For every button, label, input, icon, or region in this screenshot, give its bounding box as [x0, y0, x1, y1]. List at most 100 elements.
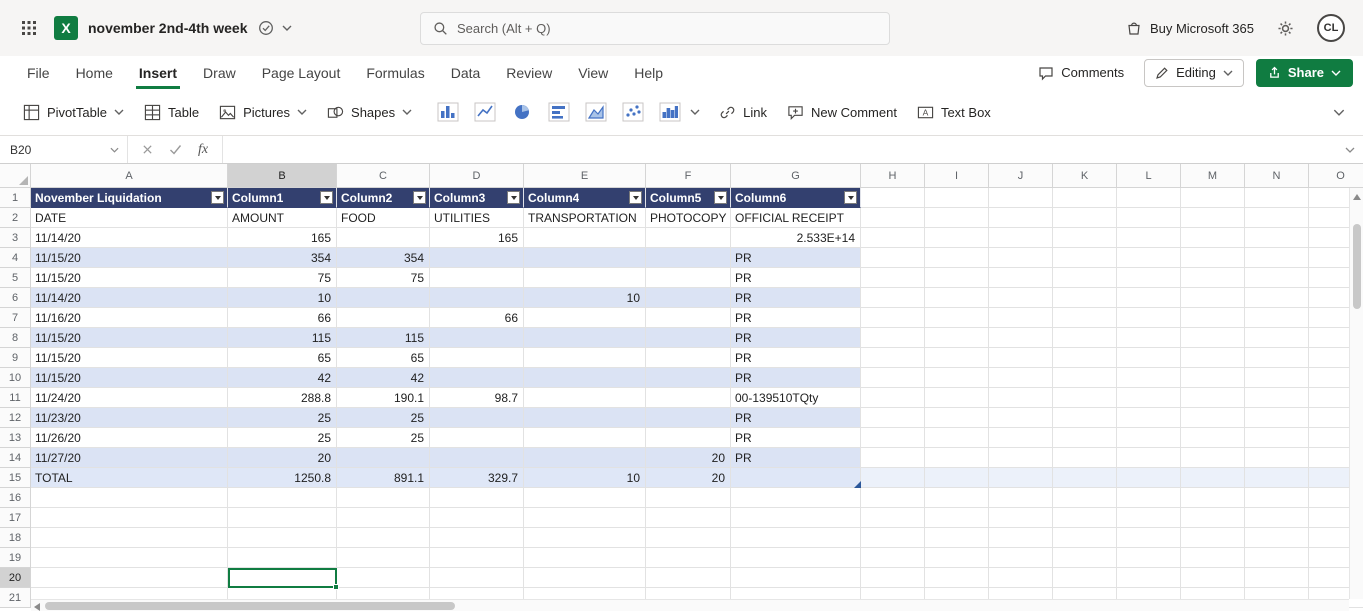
formula-bar-expand-chevron-icon[interactable]	[1345, 147, 1355, 153]
cell-M5[interactable]	[1181, 268, 1245, 288]
cell-H14[interactable]	[861, 448, 925, 468]
cell-E17[interactable]	[524, 508, 646, 528]
cell-K14[interactable]	[1053, 448, 1117, 468]
column-header-K[interactable]: K	[1053, 164, 1117, 188]
cell-L11[interactable]	[1117, 388, 1181, 408]
cell-I8[interactable]	[925, 328, 989, 348]
cell-D3[interactable]: 165	[430, 228, 524, 248]
tab-view[interactable]: View	[565, 56, 621, 89]
cell-H9[interactable]	[861, 348, 925, 368]
cell-D18[interactable]	[430, 528, 524, 548]
cell-H19[interactable]	[861, 548, 925, 568]
cell-H15[interactable]	[861, 468, 925, 488]
cell-C12[interactable]: 25	[337, 408, 430, 428]
cell-I20[interactable]	[925, 568, 989, 588]
text-box-button[interactable]: A Text Box	[908, 97, 1000, 128]
cell-L13[interactable]	[1117, 428, 1181, 448]
cell-H5[interactable]	[861, 268, 925, 288]
column-header-D[interactable]: D	[430, 164, 524, 188]
row-header-1[interactable]: 1	[0, 188, 31, 208]
cell-F3[interactable]	[646, 228, 731, 248]
cell-L18[interactable]	[1117, 528, 1181, 548]
cell-D19[interactable]	[430, 548, 524, 568]
cell-L20[interactable]	[1117, 568, 1181, 588]
cell-F6[interactable]	[646, 288, 731, 308]
cell-J4[interactable]	[989, 248, 1053, 268]
cell-K8[interactable]	[1053, 328, 1117, 348]
filter-button-D1[interactable]	[507, 191, 520, 204]
cell-N9[interactable]	[1245, 348, 1309, 368]
row-header-9[interactable]: 9	[0, 348, 31, 368]
share-button[interactable]: Share	[1255, 58, 1353, 87]
cell-I15[interactable]	[925, 468, 989, 488]
cell-M16[interactable]	[1181, 488, 1245, 508]
insert-function-button[interactable]: fx	[198, 142, 208, 158]
row-header-7[interactable]: 7	[0, 308, 31, 328]
cell-K3[interactable]	[1053, 228, 1117, 248]
column-header-N[interactable]: N	[1245, 164, 1309, 188]
cell-E14[interactable]	[524, 448, 646, 468]
cell-H8[interactable]	[861, 328, 925, 348]
cell-L8[interactable]	[1117, 328, 1181, 348]
pictures-button[interactable]: Pictures	[210, 97, 316, 128]
column-header-A[interactable]: A	[31, 164, 228, 188]
cell-I19[interactable]	[925, 548, 989, 568]
cell-C11[interactable]: 190.1	[337, 388, 430, 408]
column-header-C[interactable]: C	[337, 164, 430, 188]
cell-B7[interactable]: 66	[228, 308, 337, 328]
cell-G13[interactable]: PR	[731, 428, 861, 448]
cell-M13[interactable]	[1181, 428, 1245, 448]
row-header-21[interactable]: 21	[0, 588, 31, 608]
cell-B11[interactable]: 288.8	[228, 388, 337, 408]
tab-review[interactable]: Review	[493, 56, 565, 89]
cell-C8[interactable]: 115	[337, 328, 430, 348]
cell-C13[interactable]: 25	[337, 428, 430, 448]
cell-M19[interactable]	[1181, 548, 1245, 568]
tab-file[interactable]: File	[14, 56, 63, 89]
cell-I2[interactable]	[925, 208, 989, 228]
cell-G2[interactable]: OFFICIAL RECEIPT	[731, 208, 861, 228]
cell-G7[interactable]: PR	[731, 308, 861, 328]
cell-G9[interactable]: PR	[731, 348, 861, 368]
chart-group-chevron-icon[interactable]	[690, 109, 700, 115]
cell-K4[interactable]	[1053, 248, 1117, 268]
enter-check-icon[interactable]	[169, 144, 182, 155]
search-input[interactable]: Search (Alt + Q)	[420, 12, 890, 45]
cell-M20[interactable]	[1181, 568, 1245, 588]
cell-J15[interactable]	[989, 468, 1053, 488]
cell-I12[interactable]	[925, 408, 989, 428]
cell-F5[interactable]	[646, 268, 731, 288]
vertical-scrollbar[interactable]	[1349, 188, 1363, 599]
cell-J13[interactable]	[989, 428, 1053, 448]
filter-button-G1[interactable]	[844, 191, 857, 204]
table-header-cell-G1[interactable]: Column6	[731, 188, 861, 208]
cell-A14[interactable]: 11/27/20	[31, 448, 228, 468]
cell-B9[interactable]: 65	[228, 348, 337, 368]
cell-G14[interactable]: PR	[731, 448, 861, 468]
cell-E20[interactable]	[524, 568, 646, 588]
cell-J9[interactable]	[989, 348, 1053, 368]
cell-J14[interactable]	[989, 448, 1053, 468]
cell-H18[interactable]	[861, 528, 925, 548]
cell-H7[interactable]	[861, 308, 925, 328]
title-chevron-down-icon[interactable]	[282, 25, 292, 31]
cell-B8[interactable]: 115	[228, 328, 337, 348]
cell-M6[interactable]	[1181, 288, 1245, 308]
table-header-cell-E1[interactable]: Column4	[524, 188, 646, 208]
row-header-19[interactable]: 19	[0, 548, 31, 568]
cell-A10[interactable]: 11/15/20	[31, 368, 228, 388]
cell-L14[interactable]	[1117, 448, 1181, 468]
cell-I13[interactable]	[925, 428, 989, 448]
cell-I3[interactable]	[925, 228, 989, 248]
cell-K13[interactable]	[1053, 428, 1117, 448]
cell-A12[interactable]: 11/23/20	[31, 408, 228, 428]
cell-F4[interactable]	[646, 248, 731, 268]
cell-D10[interactable]	[430, 368, 524, 388]
cell-H20[interactable]	[861, 568, 925, 588]
cell-C4[interactable]: 354	[337, 248, 430, 268]
cell-I10[interactable]	[925, 368, 989, 388]
cell-K7[interactable]	[1053, 308, 1117, 328]
cell-M10[interactable]	[1181, 368, 1245, 388]
column-chart-button[interactable]	[431, 97, 465, 127]
cell-B10[interactable]: 42	[228, 368, 337, 388]
